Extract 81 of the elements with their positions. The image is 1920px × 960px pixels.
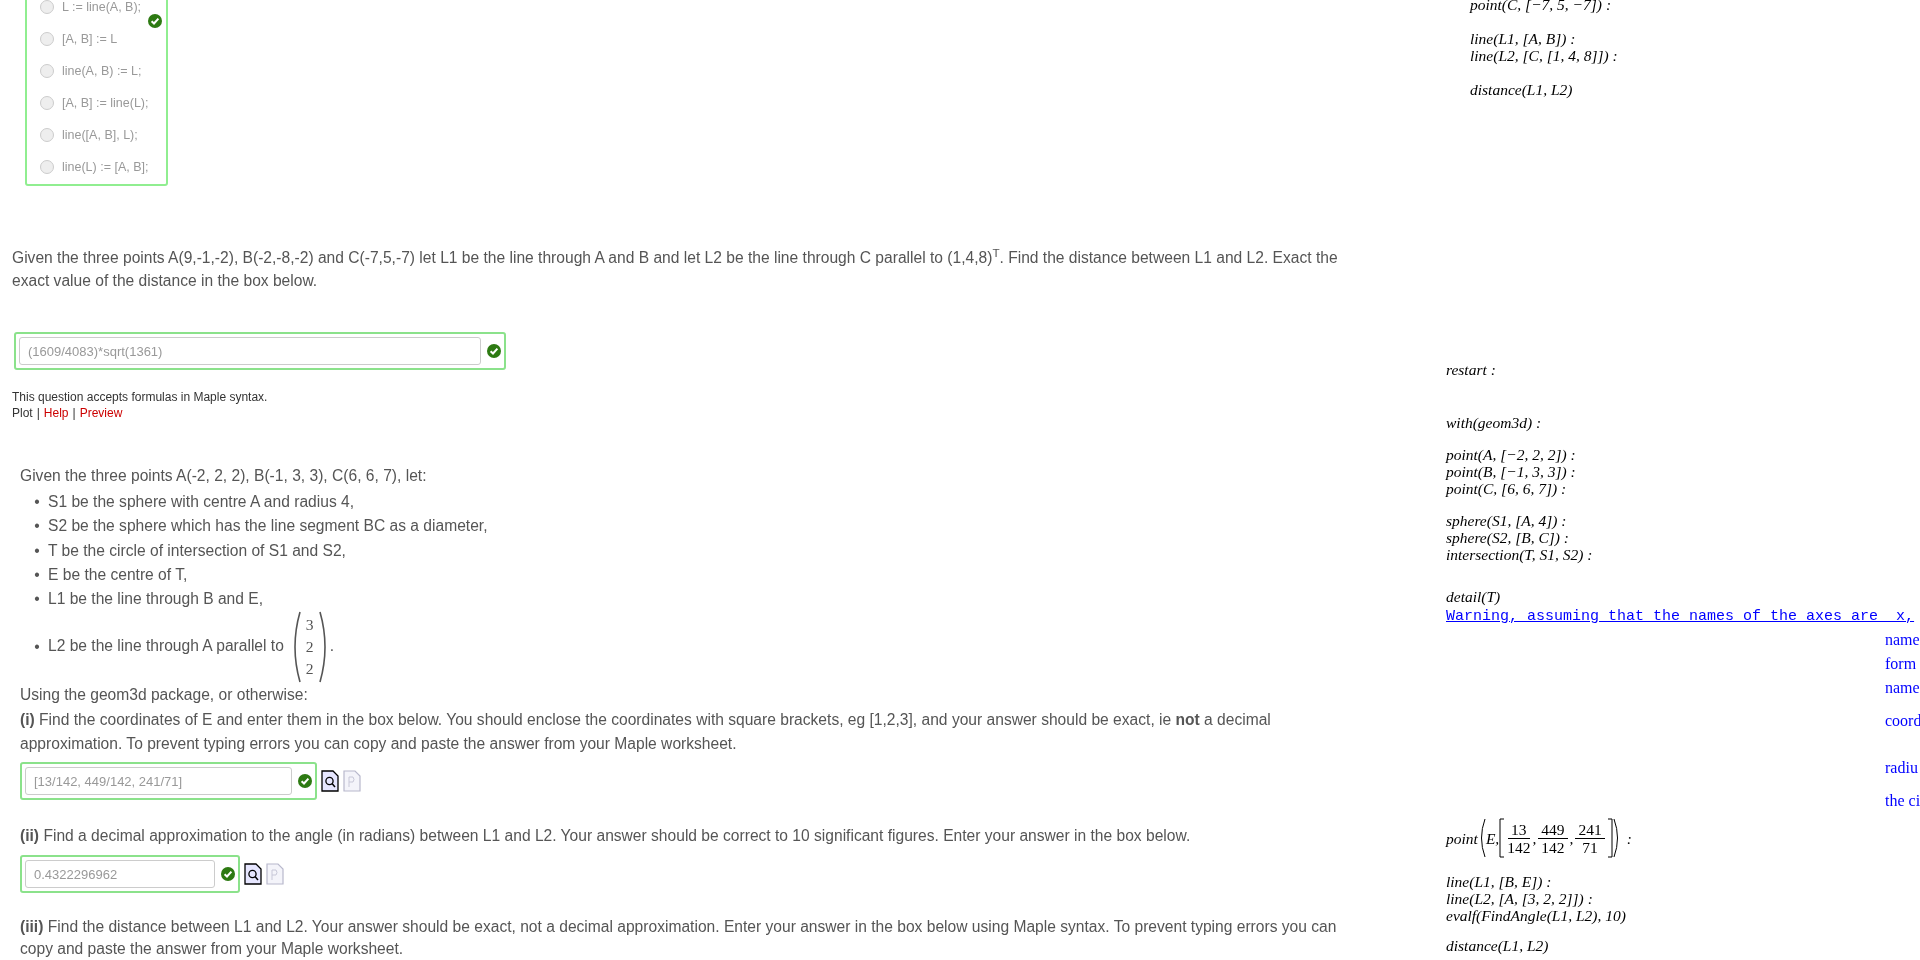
output-text: form xyxy=(1885,655,1918,673)
maple-command: with(geom3d) : xyxy=(1446,414,1543,431)
answer-field[interactable]: [13/142, 449/142, 241/71] xyxy=(25,767,292,796)
bullet: • xyxy=(33,540,41,561)
document-icon xyxy=(343,770,361,793)
period: . xyxy=(329,637,334,655)
maple-command: point(A, [−2, 2, 2]) : xyxy=(1446,446,1577,463)
radio-button[interactable] xyxy=(40,128,54,142)
output-text: name xyxy=(1885,679,1920,697)
maple-command: intersection(T, S1, S2) : xyxy=(1446,546,1594,563)
output-text: the ci xyxy=(1885,792,1920,810)
maple-command: line(L1, [B, E]) : xyxy=(1446,873,1553,890)
maple-command: point(B, [−1, 3, 3]) : xyxy=(1446,463,1577,480)
link[interactable]: Preview xyxy=(79,405,123,421)
comma: , xyxy=(1532,829,1537,847)
answer-field[interactable]: (1609/4083)*sqrt(1361) xyxy=(19,337,481,365)
comma: , xyxy=(1569,829,1574,847)
vector-entry: 2 xyxy=(305,637,314,658)
syntax-note: This question accepts formulas in Maple syntax. xyxy=(12,389,269,405)
radio-button[interactable] xyxy=(40,160,54,174)
bullet: • xyxy=(33,589,41,610)
fraction: 241 71 xyxy=(1575,820,1605,856)
colon: : xyxy=(1626,829,1632,847)
question-text: Using the geom3d package, or otherwise: xyxy=(20,685,309,706)
bullet: • xyxy=(33,516,41,537)
maple-command: point(C, [6, 6, 7]) : xyxy=(1446,480,1568,497)
output-text: radiu xyxy=(1885,759,1919,777)
document-search-icon xyxy=(244,863,262,886)
vector-entry: 2 xyxy=(305,659,314,680)
bullet: • xyxy=(33,564,41,585)
maple-command: sphere(S2, [B, C]) : xyxy=(1446,529,1570,546)
option-label: L := line(A, B); xyxy=(62,0,142,16)
warning-message: Warning, assuming that the names of the axes are _x, xyxy=(1446,608,1916,626)
maple-command: line(L1, [A, B]) : xyxy=(1470,30,1577,47)
question-text: Given the three points A(-2, 2, 2), B(-1, 3, 3), C(6, 6, 7), let: xyxy=(20,466,428,486)
option-label: line(L) := [A, B]; xyxy=(62,158,149,176)
option-label: [A, B] := line(L); xyxy=(62,94,149,112)
bracket-drawing xyxy=(1499,818,1506,858)
plot-label: Plot xyxy=(12,405,33,421)
radio-button[interactable] xyxy=(40,96,54,110)
fraction: 13 142 xyxy=(1507,820,1531,856)
list-item-text: T be the circle of intersection of S1 and S2, xyxy=(48,541,346,559)
document-search-icon xyxy=(321,770,339,793)
maple-command: point(C, [−7, 5, −7]) : xyxy=(1470,0,1613,13)
list-item-text: L1 be the line through B and E, xyxy=(48,590,263,608)
bullet: • xyxy=(33,492,41,512)
maple-command: distance(L1, L2) xyxy=(1446,937,1550,954)
question-text: Given the three points A(9,-1,-2), B(-2,-8,-2) and C(-7,5,-7) let L1 be the line through A and B and let L2 be the line through C parallel to (1,4,8)$^{T}$. Find the distance between L1 and L2. Exact the exact value of the distance in the box below. xyxy=(12,246,1339,291)
output-text: name xyxy=(1885,631,1920,649)
question-text: (iii) Find the distance between L1 and L2. Your answer should be exact, not a decimal approximation. Enter your answer in the box below using Maple syntax. To prevent typing errors you can copy and paste the answer from your Maple worksheet. xyxy=(20,917,1338,960)
parenthesis-drawing xyxy=(1612,818,1621,858)
link[interactable]: Help xyxy=(43,405,69,421)
option-label: line(A, B) := L; xyxy=(62,62,142,80)
list-item-text: S1 be the sphere with centre A and radius 4, xyxy=(48,493,354,510)
maple-command: line(L2, [C, [1, 4, 8]]) : xyxy=(1470,47,1619,64)
list-item-text: E be the centre of T, xyxy=(48,565,188,583)
maple-argument: E, xyxy=(1485,829,1500,847)
list-item-text: S2 be the sphere which has the line segment BC as a diameter, xyxy=(48,517,488,535)
bracket-drawing xyxy=(1606,818,1613,858)
radio-button[interactable] xyxy=(40,0,54,14)
bullet: • xyxy=(33,636,41,657)
separator: | xyxy=(72,405,76,421)
option-label: line([A, B], L); xyxy=(62,126,138,144)
maple-command: line(L2, [A, [3, 2, 2]]) : xyxy=(1446,890,1594,907)
option-label: [A, B] := L xyxy=(62,30,118,48)
fraction: 449 142 xyxy=(1538,820,1568,856)
maple-command: distance(L1, L2) xyxy=(1470,81,1574,98)
radio-button[interactable] xyxy=(40,32,54,46)
document-icon xyxy=(266,863,284,886)
maple-command: detail(T) xyxy=(1446,588,1502,605)
question-text: (i) Find the coordinates of E and enter them in the box below. You should enclose the coordinates with square brackets, eg [1,2,3], and your answer should be exact, ie not a decimal approximation. To prevent typing errors you can copy and paste the answer from your Maple worksheet. xyxy=(20,710,1272,755)
maple-command: sphere(S1, [A, 4]) : xyxy=(1446,512,1568,529)
vector-entry: 3 xyxy=(305,615,314,636)
maple-command: evalf(FindAngle(L1, L2), 10) xyxy=(1446,907,1627,924)
question-text: (ii) Find a decimal approximation to the angle (in radians) between L1 and L2. Your answer should be correct to 10 significant figures. Enter your answer in the box below. xyxy=(20,826,1192,847)
answer-field[interactable]: 0.4322296962 xyxy=(25,860,215,889)
maple-command: restart : xyxy=(1446,361,1497,378)
separator: | xyxy=(36,405,40,421)
list-item-text: L2 be the line through A parallel to xyxy=(48,637,284,655)
radio-button[interactable] xyxy=(40,64,54,78)
maple-function-name: point xyxy=(1446,829,1478,847)
